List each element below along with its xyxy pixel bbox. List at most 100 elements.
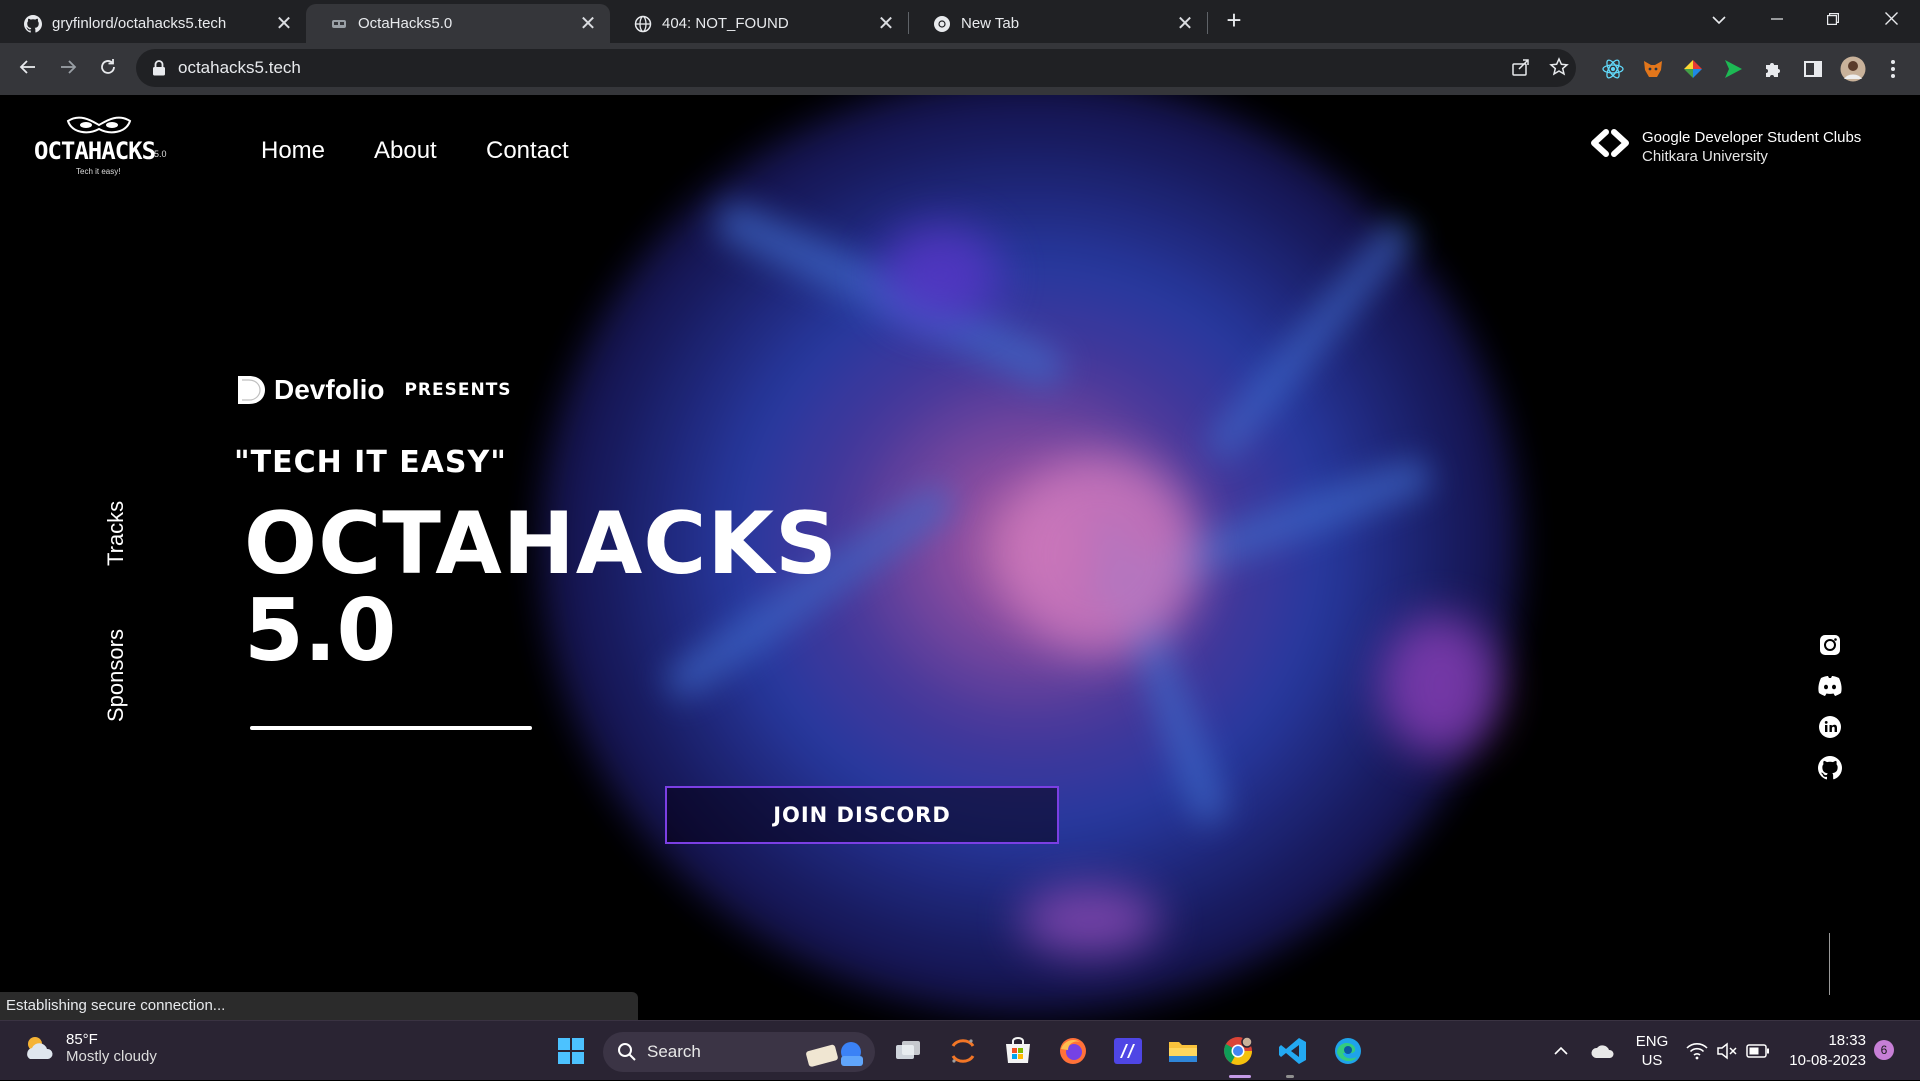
browser-menu-icon[interactable] — [1880, 56, 1906, 82]
octahacks-icon — [330, 15, 348, 33]
tab-close-icon[interactable]: ✕ — [876, 14, 896, 34]
taskbar-search[interactable]: Search — [603, 1032, 875, 1072]
extensions-puzzle-icon[interactable] — [1760, 56, 1786, 82]
close-window-icon[interactable] — [1868, 0, 1914, 40]
react-devtools-icon[interactable] — [1600, 56, 1626, 82]
tab-github[interactable]: gryfinlord/octahacks5.tech ✕ — [0, 4, 306, 43]
vscode-running-indicator — [1286, 1075, 1294, 1078]
weather-widget[interactable]: 85°F Mostly cloudy — [22, 1031, 157, 1065]
search-icon — [618, 1043, 636, 1061]
address-bar[interactable]: octahacks5.tech — [136, 49, 1576, 87]
back-icon[interactable] — [12, 53, 44, 85]
tab-title: New Tab — [961, 15, 1020, 32]
social-divider-line — [1829, 933, 1830, 995]
battery-icon[interactable] — [1744, 1021, 1772, 1081]
microsoft-store-icon[interactable] — [998, 1031, 1038, 1071]
share-icon[interactable] — [1510, 57, 1532, 79]
devfolio-presents: Devfolio PRESENTS — [236, 373, 512, 407]
tab-close-icon[interactable]: ✕ — [1175, 14, 1195, 34]
remote-app-icon[interactable] — [1108, 1031, 1148, 1071]
hero-tagline: "TECH IT EASY" — [234, 445, 507, 480]
github-icon — [24, 14, 42, 33]
start-windows-icon[interactable] — [551, 1031, 591, 1071]
status-bubble: Establishing secure connection... — [0, 992, 638, 1020]
mask-logo-icon — [66, 116, 132, 134]
weather-temperature: 85°F — [66, 1031, 98, 1048]
onedrive-icon[interactable] — [1588, 1021, 1618, 1081]
nav-about[interactable]: About — [374, 137, 437, 165]
volume-muted-icon[interactable] — [1714, 1021, 1740, 1081]
clock-time: 18:33 — [1828, 1032, 1866, 1049]
side-link-sponsors[interactable]: Sponsors — [103, 629, 129, 722]
chrome-icon — [933, 15, 951, 33]
devfolio-name: Devfolio — [274, 374, 385, 405]
presents-label: PRESENTS — [404, 380, 512, 400]
new-tab-button[interactable]: + — [1220, 7, 1248, 35]
logo-tagline: Tech it easy! — [76, 167, 121, 176]
hero-title-version: 5.0 — [244, 581, 397, 681]
chrome-taskbar-icon[interactable] — [1218, 1031, 1258, 1071]
tab-new-tab[interactable]: New Tab ✕ — [909, 4, 1207, 43]
gdsc-university: Chitkara University — [1642, 148, 1768, 165]
wifi-icon[interactable] — [1684, 1021, 1710, 1081]
taskbar-clock[interactable]: 18:33 10-08-2023 — [1786, 1031, 1866, 1071]
search-label: Search — [647, 1042, 701, 1061]
hero-divider — [250, 726, 532, 730]
profile-avatar-icon[interactable] — [1840, 56, 1866, 82]
browser-toolbar: octahacks5.tech — [0, 43, 1920, 95]
region-code: US — [1641, 1052, 1663, 1069]
nav-contact[interactable]: Contact — [486, 137, 569, 165]
tab-separator — [1207, 12, 1208, 34]
side-link-tracks[interactable]: Tracks — [103, 501, 129, 566]
tab-octahacks[interactable]: OctaHacks5.0 ✕ — [306, 4, 610, 43]
weather-description: Mostly cloudy — [66, 1048, 157, 1065]
edge-icon[interactable] — [1328, 1031, 1368, 1071]
gdsc-brackets-icon — [1591, 129, 1629, 157]
show-hidden-icons-icon[interactable] — [1548, 1021, 1574, 1081]
lock-icon[interactable] — [152, 60, 166, 76]
tab-404[interactable]: 404: NOT_FOUND ✕ — [610, 4, 908, 43]
orb-core — [1000, 455, 1200, 655]
nav-home[interactable]: Home — [261, 137, 325, 165]
tab-close-icon[interactable]: ✕ — [274, 14, 294, 34]
language-indicator[interactable]: ENG US — [1630, 1021, 1674, 1081]
jupyter-icon[interactable] — [943, 1031, 983, 1071]
logo-version: 5.0 — [154, 149, 167, 159]
play-extension-icon[interactable] — [1720, 56, 1746, 82]
vscode-icon[interactable] — [1273, 1031, 1313, 1071]
tab-close-icon[interactable]: ✕ — [578, 14, 598, 34]
globe-icon — [634, 15, 652, 33]
side-panel-icon[interactable] — [1800, 56, 1826, 82]
metamask-icon[interactable] — [1640, 56, 1666, 82]
orb-glow — [880, 225, 1000, 325]
bookmark-star-icon[interactable] — [1548, 57, 1570, 79]
webpage: OCTAHACKS 5.0 Tech it easy! Home About C… — [0, 95, 1920, 1020]
linkedin-icon[interactable] — [1816, 713, 1844, 741]
reload-icon[interactable] — [92, 53, 124, 85]
file-explorer-icon[interactable] — [1163, 1031, 1203, 1071]
language-code: ENG — [1635, 1033, 1669, 1050]
chrome-focus-indicator — [1229, 1075, 1251, 1078]
tab-title: OctaHacks5.0 — [358, 15, 453, 32]
join-discord-button[interactable]: JOIN DISCORD — [665, 786, 1059, 844]
tab-strip: gryfinlord/octahacks5.tech ✕ OctaHacks5.… — [0, 0, 1920, 43]
notification-badge[interactable]: 6 — [1874, 1040, 1894, 1060]
clock-date: 10-08-2023 — [1789, 1052, 1866, 1069]
minimize-icon[interactable] — [1754, 0, 1800, 40]
windows-taskbar: 85°F Mostly cloudy Search ENG US 18:33 1… — [0, 1020, 1920, 1080]
tab-search-icon[interactable] — [1696, 0, 1742, 40]
discord-icon[interactable] — [1816, 672, 1844, 700]
octahacks-logo[interactable]: OCTAHACKS 5.0 Tech it easy! — [32, 115, 167, 177]
tab-title: 404: NOT_FOUND — [662, 15, 789, 32]
instagram-icon[interactable] — [1816, 631, 1844, 659]
url-text[interactable]: octahacks5.tech — [178, 58, 301, 78]
github-icon[interactable] — [1816, 754, 1844, 782]
restore-icon[interactable] — [1810, 0, 1856, 40]
search-highlight-icon — [806, 1042, 863, 1067]
hero-title: OCTAHACKS — [244, 494, 838, 594]
firefox-icon[interactable] — [1053, 1031, 1093, 1071]
devfolio-icon — [238, 376, 265, 404]
task-view-icon[interactable] — [888, 1031, 928, 1071]
forward-icon[interactable] — [52, 53, 84, 85]
color-picker-icon[interactable] — [1680, 56, 1706, 82]
